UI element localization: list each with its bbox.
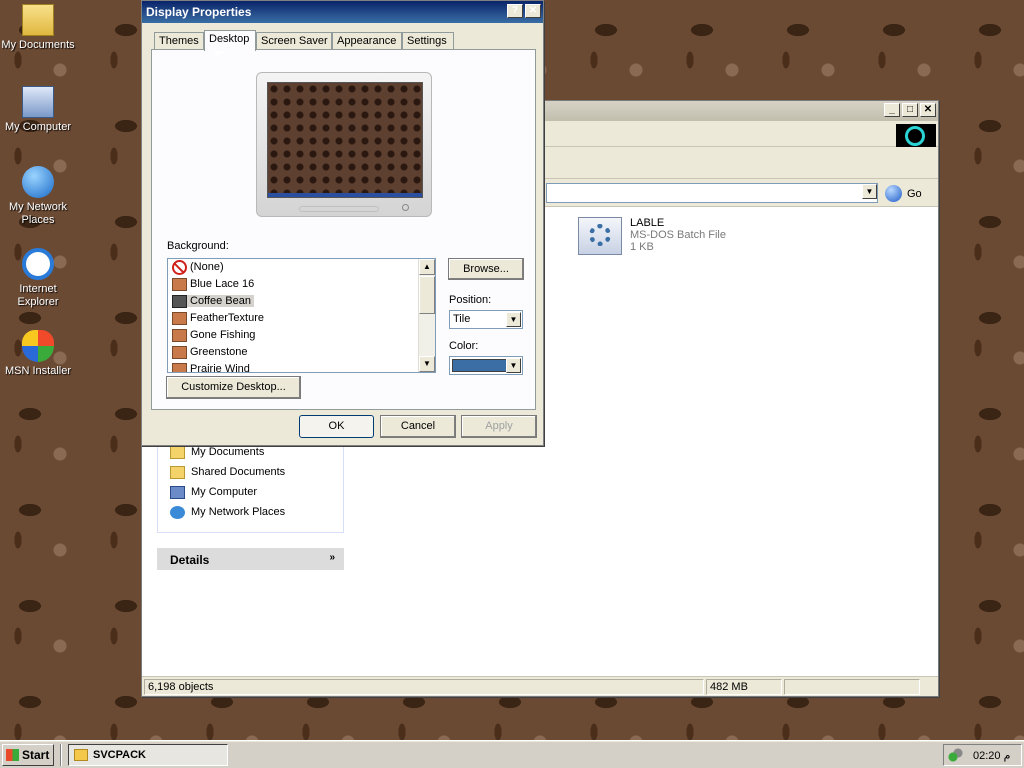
file-size: 1 KB bbox=[630, 241, 654, 253]
batch-file-icon bbox=[578, 217, 622, 255]
tab-themes[interactable]: Themes bbox=[154, 32, 204, 50]
windows-flag-icon bbox=[6, 749, 19, 761]
list-scrollbar[interactable]: ▲ ▼ bbox=[418, 259, 435, 372]
taskbar: Start SVCPACK 02:20 م bbox=[0, 740, 1024, 768]
dialog-title: Display Properties bbox=[146, 5, 252, 19]
background-label: Background: bbox=[167, 240, 229, 252]
tab-screen-saver[interactable]: Screen Saver bbox=[256, 32, 332, 50]
desktop-tab-panel: Background: (None) Blue Lace 16 Coffee B… bbox=[151, 49, 536, 410]
details-title: Details bbox=[170, 553, 210, 567]
chevron-down-icon[interactable]: ▼ bbox=[506, 312, 521, 327]
desktop-icon-label: MSN Installer bbox=[4, 365, 72, 377]
wallpaper-icon bbox=[172, 278, 187, 291]
chevron-down-icon[interactable]: ▼ bbox=[506, 358, 521, 373]
taskbar-button-svcpack[interactable]: SVCPACK bbox=[68, 744, 228, 766]
position-label: Position: bbox=[449, 294, 492, 306]
internet-explorer-icon bbox=[22, 248, 54, 280]
wallpaper-icon bbox=[172, 346, 187, 359]
wallpaper-icon bbox=[172, 363, 187, 372]
file-type: MS-DOS Batch File bbox=[630, 229, 726, 241]
start-button[interactable]: Start bbox=[2, 744, 54, 766]
address-dropdown-button[interactable]: ▼ bbox=[862, 184, 877, 199]
tab-settings[interactable]: Settings bbox=[402, 32, 454, 50]
position-select[interactable]: Tile ▼ bbox=[449, 310, 523, 329]
color-label: Color: bbox=[449, 340, 479, 352]
go-arrow-icon bbox=[885, 185, 902, 202]
list-item[interactable]: Greenstone bbox=[168, 344, 435, 361]
list-item[interactable]: Blue Lace 16 bbox=[168, 276, 435, 293]
wallpaper-icon bbox=[172, 329, 187, 342]
msn-butterfly-icon bbox=[22, 330, 54, 362]
taskbar-separator bbox=[60, 744, 62, 766]
go-button[interactable]: Go bbox=[883, 185, 933, 203]
wallpaper-icon bbox=[172, 312, 187, 325]
close-button[interactable]: ✕ bbox=[525, 4, 541, 18]
list-item[interactable]: Gone Fishing bbox=[168, 327, 435, 344]
scroll-up-icon[interactable]: ▲ bbox=[419, 259, 435, 275]
list-item-selected[interactable]: Coffee Bean bbox=[168, 293, 435, 310]
power-led-icon bbox=[402, 204, 409, 211]
folder-icon bbox=[74, 749, 88, 761]
desktop-icon-my-documents[interactable]: My Documents bbox=[0, 4, 76, 52]
desktop-icon-label: Internet Explorer bbox=[17, 283, 59, 308]
status-size: 482 MB bbox=[706, 679, 782, 695]
file-name: LABLE bbox=[630, 217, 665, 229]
help-button[interactable]: ? bbox=[507, 4, 523, 18]
desktop-icon-internet-explorer[interactable]: Internet Explorer bbox=[0, 248, 76, 309]
desktop-icon-my-computer[interactable]: My Computer bbox=[0, 86, 76, 134]
my-computer-icon bbox=[22, 86, 54, 118]
status-object-count: 6,198 objects bbox=[144, 679, 704, 695]
color-swatch bbox=[452, 359, 508, 372]
desktop-icon-label: My Computer bbox=[4, 121, 72, 133]
cancel-button[interactable]: Cancel bbox=[380, 415, 456, 438]
network-places-icon bbox=[22, 166, 54, 198]
tab-appearance[interactable]: Appearance bbox=[332, 32, 402, 50]
ok-button[interactable]: OK bbox=[299, 415, 374, 438]
wallpaper-icon bbox=[172, 295, 187, 308]
status-bar: 6,198 objects 482 MB bbox=[142, 676, 938, 696]
desktop-icon-label: My Network Places bbox=[8, 201, 68, 226]
system-tray: 02:20 م bbox=[943, 744, 1022, 766]
dialog-titlebar[interactable]: Display Properties ? ✕ bbox=[142, 1, 543, 23]
background-list[interactable]: (None) Blue Lace 16 Coffee Bean FeatherT… bbox=[167, 258, 436, 373]
browse-button[interactable]: Browse... bbox=[448, 258, 524, 280]
details-panel-header[interactable]: Details » bbox=[157, 548, 344, 570]
scroll-down-icon[interactable]: ▼ bbox=[419, 356, 435, 372]
maximize-button[interactable]: □ bbox=[902, 103, 918, 117]
tab-desktop[interactable]: Desktop bbox=[204, 30, 256, 51]
monitor-preview bbox=[256, 72, 432, 217]
customize-desktop-button[interactable]: Customize Desktop... bbox=[166, 376, 301, 399]
list-item[interactable]: Prairie Wind bbox=[168, 361, 435, 372]
close-button[interactable]: ✕ bbox=[920, 103, 936, 117]
display-properties-dialog: Display Properties ? ✕ Themes Desktop Sc… bbox=[141, 0, 544, 446]
apply-button[interactable]: Apply bbox=[461, 415, 537, 438]
status-zone bbox=[784, 679, 920, 695]
desktop-icon-label: My Documents bbox=[1, 39, 75, 51]
clock[interactable]: 02:20 م bbox=[973, 749, 1010, 762]
windows-logo-icon bbox=[896, 124, 936, 148]
desktop-icon-network-places[interactable]: My Network Places bbox=[0, 166, 76, 227]
none-icon bbox=[172, 260, 187, 275]
chevron-down-icon[interactable]: » bbox=[329, 552, 335, 563]
folder-icon bbox=[170, 466, 185, 479]
color-picker[interactable]: ▼ bbox=[449, 356, 523, 375]
network-icon bbox=[170, 506, 185, 519]
computer-icon bbox=[170, 486, 185, 499]
position-value: Tile bbox=[453, 313, 471, 325]
address-input[interactable]: ▼ bbox=[546, 183, 878, 203]
desktop-icon-msn-installer[interactable]: MSN Installer bbox=[0, 330, 76, 378]
scroll-thumb[interactable] bbox=[419, 276, 435, 314]
minimize-button[interactable]: _ bbox=[884, 103, 900, 117]
folder-icon bbox=[170, 446, 185, 459]
network-status-icon[interactable] bbox=[948, 748, 964, 763]
other-places-panel: My Documents Shared Documents My Compute… bbox=[157, 437, 344, 533]
list-item[interactable]: FeatherTexture bbox=[168, 310, 435, 327]
go-label: Go bbox=[907, 188, 922, 200]
my-documents-icon bbox=[22, 4, 54, 36]
list-item[interactable]: (None) bbox=[168, 259, 435, 276]
wallpaper-preview bbox=[267, 82, 423, 198]
